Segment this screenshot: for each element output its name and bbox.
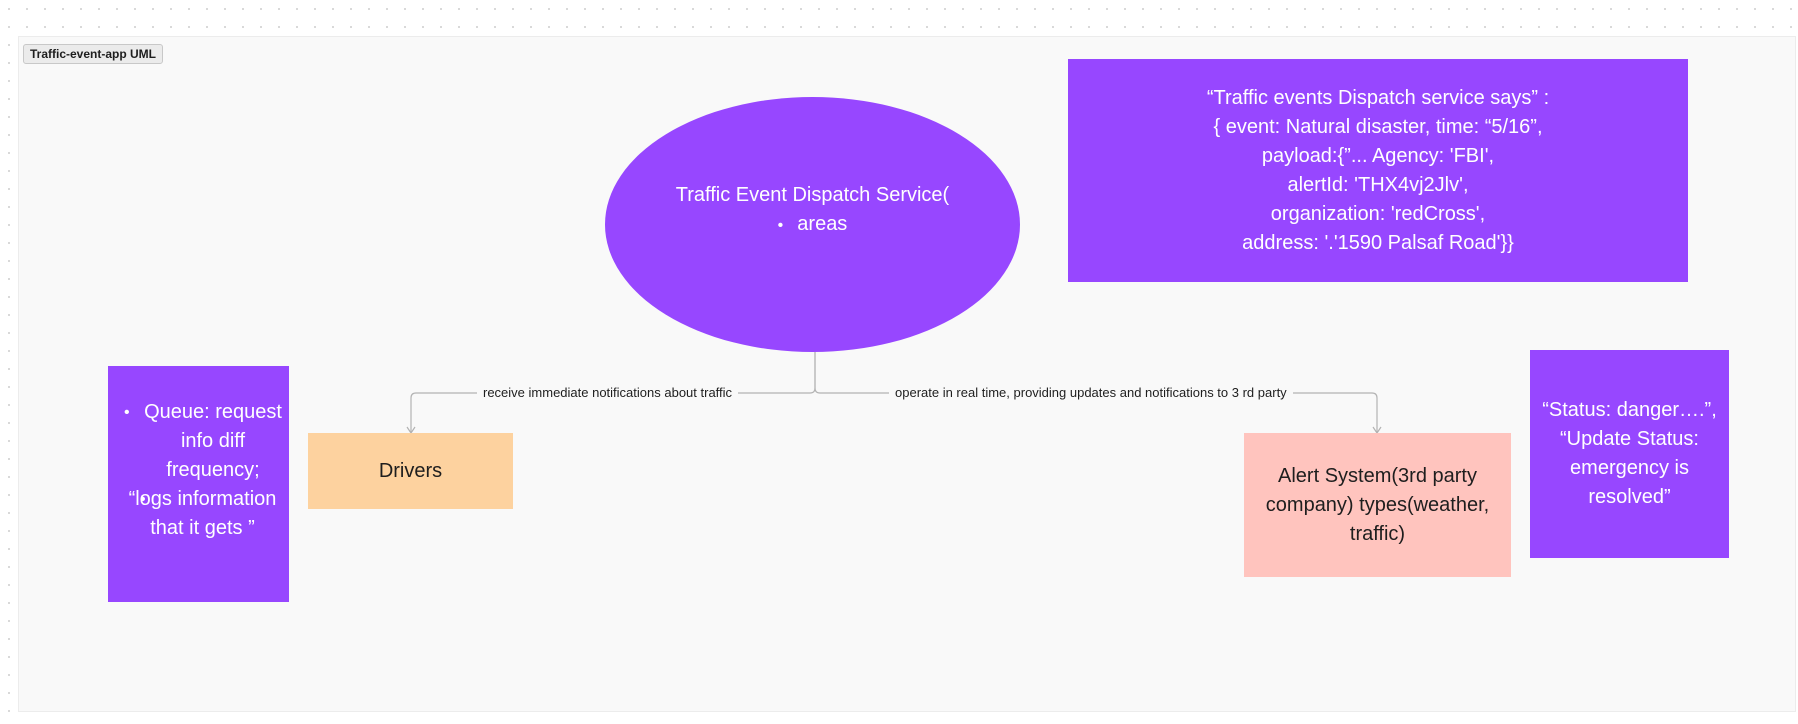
status-note[interactable]: “Status: danger….”, “Update Status: emer…	[1530, 350, 1729, 558]
dispatch-service-bullet: areas	[605, 210, 1020, 240]
payload-note-text: “Traffic events Dispatch service says” :…	[1207, 84, 1549, 258]
payload-line: address: '.'1590 Palsaf Road'}}	[1242, 231, 1514, 254]
payload-line: payload:{”... Agency: 'FBI',	[1261, 144, 1495, 167]
drivers-label: Drivers	[378, 459, 443, 482]
queue-bullet: “logs information that it gets ”	[108, 485, 289, 543]
dispatch-service-title: Traffic Event Dispatch Service(	[675, 184, 950, 206]
edge-label-to-drivers[interactable]: receive immediate notifications about tr…	[477, 385, 739, 401]
edge-label-to-alert-system[interactable]: operate in real time, providing updates …	[889, 385, 1293, 401]
payload-line: { event: Natural disaster, time: “5/16”,	[1213, 115, 1543, 138]
status-note-text: “Status: danger….”, “Update Status: emer…	[1542, 399, 1717, 508]
dispatch-service-bullets: areas	[605, 210, 1020, 240]
payload-line: organization: 'redCross',	[1270, 202, 1486, 225]
payload-line: “Traffic events Dispatch service says” :	[1206, 86, 1550, 109]
alert-system-label: Alert System(3rd party company) types(we…	[1265, 464, 1490, 545]
queue-note-bullets: Queue: request info diff frequency; “log…	[108, 398, 289, 543]
queue-bullet-text: Queue: request info diff frequency;	[144, 401, 282, 481]
queue-note[interactable]: Queue: request info diff frequency; “log…	[108, 366, 289, 602]
dispatch-service-node[interactable]: Traffic Event Dispatch Service( areas	[605, 97, 1020, 352]
payload-note[interactable]: “Traffic events Dispatch service says” :…	[1068, 59, 1688, 282]
drivers-node[interactable]: Drivers	[308, 433, 513, 509]
payload-line: alertId: 'THX4vj2Jlv',	[1287, 173, 1469, 196]
alert-system-node[interactable]: Alert System(3rd party company) types(we…	[1244, 433, 1511, 577]
queue-bullet-text: “logs information that it gets ”	[128, 488, 277, 539]
queue-bullet: Queue: request info diff frequency;	[108, 398, 289, 485]
